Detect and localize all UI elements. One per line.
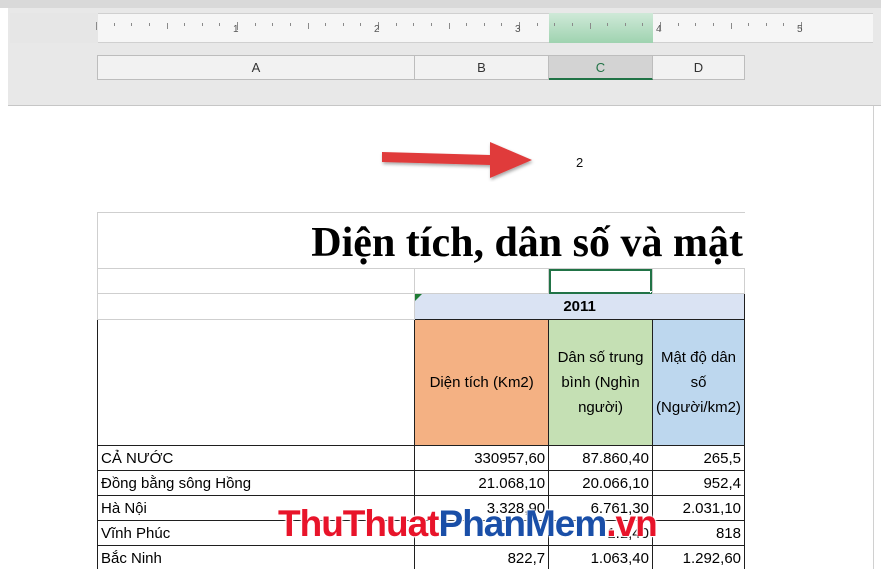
ruler-tick [96,22,97,30]
watermark-part-3: .vn [606,503,657,544]
density-header[interactable]: Mật độ dân số (Người/km2) [651,319,745,446]
column-header-d[interactable]: D [653,55,745,80]
region-name[interactable]: Bắc Ninh [97,545,416,569]
year-header-cell[interactable]: 2011 [414,293,745,320]
ruler-tick [730,23,732,29]
active-cell-c2[interactable] [548,268,653,294]
red-arrow-icon [382,142,532,178]
page-number: 2 [576,155,584,170]
ruler-margin [10,13,98,43]
ruler-tick [677,23,679,26]
ruler-tick [483,23,485,26]
column-header-c[interactable]: C [549,55,653,80]
ruler-tick [571,23,573,26]
ruler-tick [131,23,133,26]
ruler-tick [783,23,785,26]
watermark-part-1: ThuThuat [278,503,440,544]
density-value[interactable]: 818 [651,520,745,546]
page-right-edge [873,106,874,569]
blank-row [97,268,745,294]
area-header[interactable]: Diện tích (Km2) [414,319,550,446]
ruler-tick [166,23,168,29]
ruler-tick [624,23,626,26]
ruler-tick [395,23,397,26]
watermark-logo: ThuThuatPhanMem.vn [278,503,658,545]
ruler-tick [430,23,432,26]
ruler-number: 4 [656,24,662,35]
column-header-b[interactable]: B [415,55,549,80]
density-value[interactable]: 1.292,60 [651,545,745,569]
column-header-row: Diện tích (Km2) Dân số trung bình (Nghìn… [97,319,745,446]
ruler-number: 2 [374,24,380,35]
density-value[interactable]: 2.031,10 [651,495,745,521]
cell-a2[interactable] [97,268,416,294]
population-value[interactable]: 20.066,10 [548,470,653,496]
ruler-tick [325,23,327,26]
ruler-tick [765,23,767,26]
horizontal-ruler[interactable] [10,13,873,43]
ruler-tick [748,23,750,26]
region-name[interactable]: Đồng bằng sông Hồng [97,470,416,496]
ruler-tick [201,23,203,26]
ruler-tick [148,23,150,26]
population-header[interactable]: Dân số trung bình (Nghìn người) [548,319,653,446]
window-top-border [0,0,881,8]
area-value[interactable]: 822,7 [414,545,550,569]
ruler-tick [289,23,291,26]
ruler-tick [448,23,450,29]
column-header-a[interactable]: A [97,55,415,80]
ruler-number: 5 [797,24,803,35]
cell-d2[interactable] [651,268,745,294]
year-header: 2011 [563,298,596,315]
ruler-tick [272,23,274,26]
area-value[interactable]: 21.068,10 [414,470,550,496]
cell-a3[interactable] [97,293,416,320]
table-row: CẢ NƯỚC 330957,60 87.860,40 265,5 [97,445,745,471]
ruler-number: 3 [515,24,521,35]
ruler-tick [695,23,697,26]
ruler-selection-highlight [549,13,653,43]
ruler-tick [466,23,468,26]
ruler-tick [413,23,415,26]
density-value[interactable]: 265,5 [651,445,745,471]
population-value[interactable]: 1.063,40 [548,545,653,569]
area-value[interactable]: 330957,60 [414,445,550,471]
ruler-tick [113,23,115,26]
cell-b2[interactable] [414,268,550,294]
region-name[interactable]: CẢ NƯỚC [97,445,416,471]
column-headers: A B C D [97,55,745,80]
ruler-tick [342,23,344,26]
ruler-tick [642,23,644,26]
ruler-tick [501,23,503,26]
population-value[interactable]: 87.860,40 [548,445,653,471]
ruler-number: 1 [233,24,239,35]
ruler-tick [554,23,556,26]
ruler-tick [254,23,256,26]
error-indicator-icon [415,294,423,301]
title-row[interactable]: Diện tích, dân số và mật [97,212,745,268]
ruler-tick [219,23,221,26]
ruler-tick [536,23,538,26]
sheet-title: Diện tích, dân số và mật [311,220,743,266]
watermark-part-2: PhanMem [438,503,608,544]
ruler-tick [607,23,609,26]
ruler-tick [589,23,591,29]
cell-a4[interactable] [97,319,416,446]
ruler-tick [360,23,362,26]
year-row: 2011 [97,293,745,320]
table-row: Đồng bằng sông Hồng 21.068,10 20.066,10 … [97,470,745,496]
ruler-tick [184,23,186,26]
table-row: Bắc Ninh 822,7 1.063,40 1.292,60 [97,545,745,569]
ruler-tick [712,23,714,26]
density-value[interactable]: 952,4 [651,470,745,496]
ruler-tick [307,23,309,29]
